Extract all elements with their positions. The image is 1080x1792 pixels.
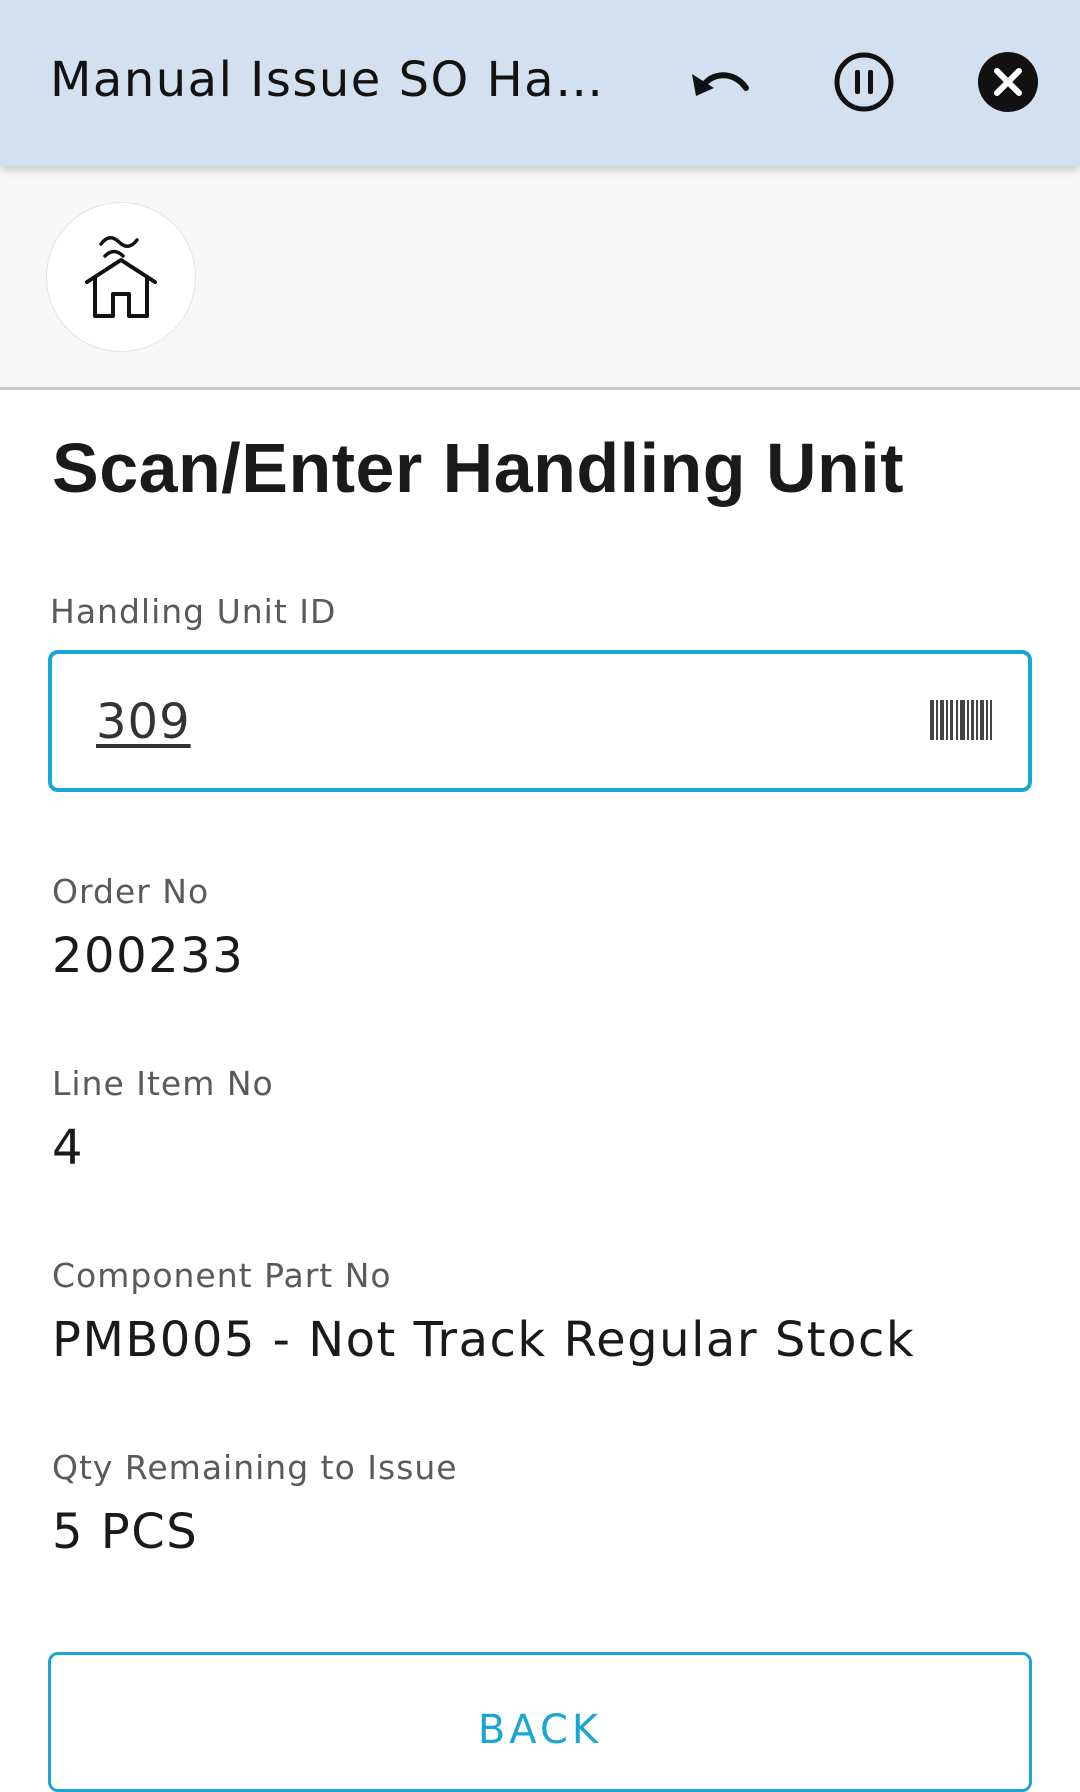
line-item-no-label: Line Item No xyxy=(52,1064,274,1103)
undo-icon xyxy=(692,72,749,96)
order-no-value: 200233 xyxy=(52,928,245,984)
qty-remaining-value: 5 PCS xyxy=(52,1504,199,1560)
line-item-no-value: 4 xyxy=(52,1120,85,1176)
handling-unit-label: Handling Unit ID xyxy=(50,592,337,631)
qty-remaining-label: Qty Remaining to Issue xyxy=(52,1448,458,1487)
pause-icon xyxy=(834,52,894,112)
component-part-no-label: Component Part No xyxy=(52,1256,392,1295)
home-button[interactable] xyxy=(46,202,196,352)
app-header: Manual Issue SO Handling Unit xyxy=(0,0,1080,166)
order-no-label: Order No xyxy=(52,872,210,911)
back-button-label: BACK xyxy=(477,1707,603,1753)
component-part-no-value: PMB005 - Not Track Regular Stock xyxy=(52,1312,916,1368)
close-icon xyxy=(978,52,1038,112)
handling-unit-value[interactable]: 309 xyxy=(96,694,191,750)
close-button[interactable] xyxy=(976,50,1040,114)
toolbar xyxy=(0,166,1080,390)
home-icon xyxy=(85,236,157,318)
undo-button[interactable] xyxy=(688,50,752,114)
page-title: Scan/Enter Handling Unit xyxy=(52,429,905,507)
pause-button[interactable] xyxy=(832,50,896,114)
barcode-icon[interactable] xyxy=(930,700,992,740)
handling-unit-input[interactable]: 309 xyxy=(48,650,1032,792)
back-button[interactable]: BACK xyxy=(48,1652,1032,1792)
header-title: Manual Issue SO Handling Unit xyxy=(50,52,630,108)
